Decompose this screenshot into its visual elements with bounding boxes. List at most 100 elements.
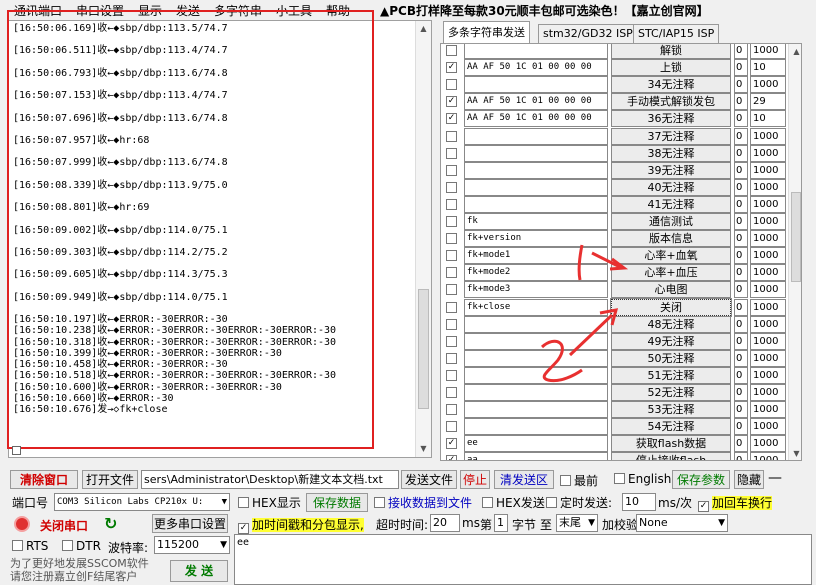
row-checkbox[interactable] <box>446 147 457 159</box>
send-file-button[interactable]: 发送文件 <box>401 470 457 489</box>
grid-scrollbar[interactable]: ▲ ▼ <box>788 44 801 460</box>
tab-stm32-isp[interactable]: stm32/GD32 ISP <box>538 24 638 43</box>
row-order-input[interactable]: 0 <box>734 452 748 460</box>
save-params-button[interactable]: 保存参数 <box>672 470 730 489</box>
row-checkbox[interactable] <box>446 164 457 176</box>
row-checkbox[interactable]: ✓ <box>446 96 457 108</box>
scroll-down-icon[interactable]: ▼ <box>416 441 431 457</box>
row-send-button[interactable]: 37无注释 <box>611 127 731 145</box>
row-checkbox[interactable] <box>446 79 457 91</box>
row-order-input[interactable]: 0 <box>734 76 748 94</box>
row-command-input[interactable]: ee <box>464 435 608 453</box>
row-checkbox[interactable] <box>446 198 457 210</box>
row-checkbox[interactable] <box>446 130 457 142</box>
hex-send-checkbox[interactable]: HEX发送 <box>482 494 545 511</box>
row-send-button[interactable]: 54无注释 <box>611 418 731 436</box>
row-command-input[interactable] <box>464 178 608 196</box>
row-send-button[interactable]: 获取flash数据 <box>611 435 731 453</box>
row-order-input[interactable]: 0 <box>734 315 748 333</box>
row-order-input[interactable]: 0 <box>734 110 748 128</box>
row-order-input[interactable]: 0 <box>734 281 748 299</box>
row-delay-input[interactable]: 1000 <box>750 281 786 299</box>
row-checkbox[interactable] <box>446 45 457 56</box>
port-select[interactable]: COM3 Silicon Labs CP210x U: ▼ <box>54 493 230 511</box>
tab-multi-string[interactable]: 多条字符串发送 <box>443 21 530 43</box>
row-checkbox[interactable] <box>446 301 457 313</box>
row-command-input[interactable]: AA AF 50 1C 01 00 00 00 <box>464 93 608 111</box>
row-command-input[interactable]: AA AF 50 1C 01 00 00 00 <box>464 59 608 77</box>
row-order-input[interactable]: 0 <box>734 332 748 350</box>
baud-select[interactable]: 115200 ▼ <box>154 536 230 554</box>
checksum-select[interactable]: None ▼ <box>636 514 728 532</box>
row-send-button[interactable]: 38无注释 <box>611 144 731 162</box>
timeout-input[interactable]: 20 <box>430 514 460 532</box>
row-command-input[interactable] <box>464 127 608 145</box>
row-checkbox[interactable] <box>446 387 457 398</box>
row-send-button[interactable]: 53无注释 <box>611 401 731 419</box>
tail-select[interactable]: 末尾 ▼ <box>556 514 598 532</box>
row-command-input[interactable] <box>464 401 608 419</box>
close-port-button[interactable]: 关闭串口 <box>40 517 88 534</box>
row-order-input[interactable]: 0 <box>734 161 748 179</box>
row-send-button[interactable]: 36无注释 <box>611 110 731 128</box>
ad-link[interactable]: ▲PCB打样降至每款30元顺丰包邮可选染色！【嘉立创官网】 <box>380 2 709 19</box>
tab-stc-isp[interactable]: STC/IAP15 ISP <box>633 24 720 43</box>
row-command-input[interactable] <box>464 76 608 94</box>
row-send-button[interactable]: 40无注释 <box>611 178 731 196</box>
send-input[interactable]: ee <box>234 534 812 585</box>
stop-button[interactable]: 停止 <box>460 470 490 489</box>
row-checkbox[interactable] <box>446 318 457 330</box>
row-order-input[interactable]: 0 <box>734 127 748 145</box>
always-on-top-checkbox[interactable]: 最前 <box>560 472 598 489</box>
recv-to-file-checkbox[interactable]: 接收数据到文件 <box>374 494 472 511</box>
row-command-input[interactable] <box>464 44 608 59</box>
row-send-button[interactable]: 41无注释 <box>611 195 731 213</box>
row-delay-input[interactable]: 1000 <box>750 144 786 162</box>
open-file-button[interactable]: 打开文件 <box>82 470 138 489</box>
row-delay-input[interactable]: 1000 <box>750 332 786 350</box>
row-delay-input[interactable]: 29 <box>750 93 786 111</box>
row-command-input[interactable] <box>464 161 608 179</box>
row-order-input[interactable]: 0 <box>734 418 748 436</box>
row-delay-input[interactable]: 1000 <box>750 366 786 384</box>
more-settings-button[interactable]: 更多串口设置 <box>152 514 228 533</box>
row-send-button[interactable]: 上锁 <box>611 59 731 77</box>
refresh-icon[interactable]: ↻ <box>104 514 117 533</box>
row-delay-input[interactable]: 1000 <box>750 195 786 213</box>
row-delay-input[interactable]: 1000 <box>750 76 786 94</box>
scroll-thumb[interactable] <box>418 289 429 409</box>
row-delay-input[interactable]: 10 <box>750 59 786 77</box>
row-order-input[interactable]: 0 <box>734 384 748 401</box>
row-checkbox[interactable]: ✓ <box>446 62 457 74</box>
row-order-input[interactable]: 0 <box>734 230 748 248</box>
timed-send-checkbox[interactable]: 定时发送: <box>546 494 612 511</box>
row-order-input[interactable]: 0 <box>734 59 748 77</box>
row-delay-input[interactable]: 10 <box>750 110 786 128</box>
scroll-down-icon[interactable]: ▼ <box>789 446 801 460</box>
row-delay-input[interactable]: 1000 <box>750 452 786 460</box>
row-checkbox[interactable]: ✓ <box>446 438 457 450</box>
dtr-checkbox[interactable]: DTR <box>62 539 101 553</box>
row-delay-input[interactable]: 1000 <box>750 384 786 401</box>
receive-scrollbar[interactable]: ▲ ▼ <box>415 21 431 457</box>
row-send-button[interactable]: 手动模式解锁发包 <box>611 93 731 111</box>
row-delay-input[interactable]: 1000 <box>750 247 786 265</box>
row-command-input[interactable] <box>464 195 608 213</box>
clear-window-button[interactable]: 清除窗口 <box>10 470 78 489</box>
hex-display-checkbox[interactable]: HEX显示 <box>238 494 301 511</box>
interval-input[interactable]: 10 <box>622 493 656 511</box>
row-checkbox[interactable] <box>446 352 457 364</box>
row-send-button[interactable]: 停止接收flash <box>611 452 731 460</box>
row-order-input[interactable]: 0 <box>734 213 748 230</box>
row-checkbox[interactable] <box>446 216 457 227</box>
row-delay-input[interactable]: 1000 <box>750 401 786 419</box>
row-delay-input[interactable]: 1000 <box>750 178 786 196</box>
row-checkbox[interactable] <box>446 335 457 347</box>
row-checkbox[interactable] <box>446 404 457 416</box>
row-checkbox[interactable]: ✓ <box>446 455 457 460</box>
row-order-input[interactable]: 0 <box>734 401 748 419</box>
row-order-input[interactable]: 0 <box>734 144 748 162</box>
row-checkbox[interactable]: ✓ <box>446 113 457 125</box>
timestamp-checkbox[interactable]: ✓ 加时间戳和分包显示, <box>238 516 364 534</box>
row-delay-input[interactable]: 1000 <box>750 349 786 367</box>
